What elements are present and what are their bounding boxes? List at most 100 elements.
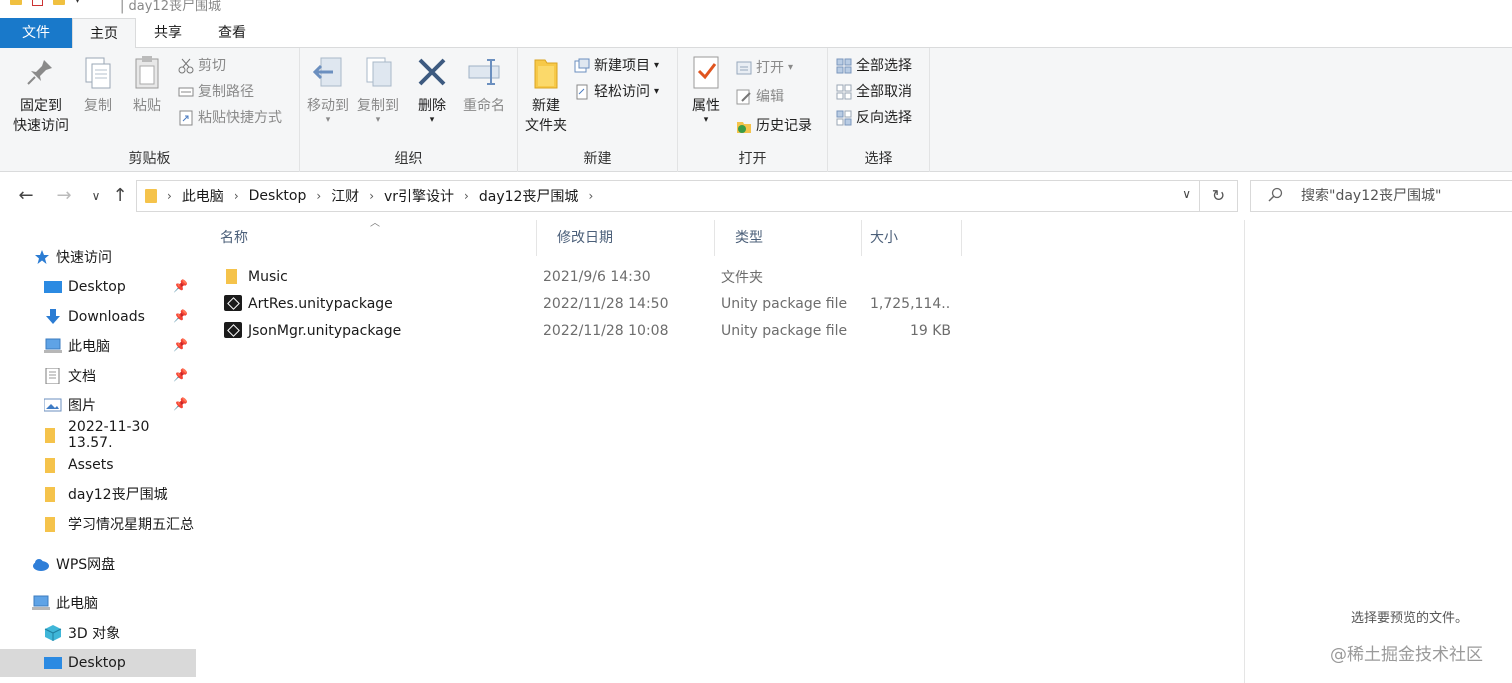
chevron-right-icon[interactable]: › xyxy=(460,189,473,203)
nav-item-folder-2022-11-30[interactable]: 2022-11-30 13.57. xyxy=(0,419,196,451)
scissors-icon xyxy=(178,58,194,74)
address-bar-row: ← → ∨ ↑ › 此电脑 › Desktop › 江财 › vr引擎设计 › … xyxy=(0,172,1512,220)
folder-icon xyxy=(44,427,62,443)
new-item-button[interactable]: 新建项目 ▾ xyxy=(574,54,659,78)
nav-item-desktop[interactable]: Desktop 📌 xyxy=(0,273,196,301)
select-all-icon xyxy=(836,58,852,74)
select-none-button[interactable]: 全部取消 xyxy=(836,80,912,104)
star-icon xyxy=(34,249,50,265)
tab-view[interactable]: 查看 xyxy=(200,18,264,48)
chevron-down-icon: ▾ xyxy=(654,86,660,97)
breadcrumb-vr-engine[interactable]: vr引擎设计 xyxy=(378,186,460,206)
chevron-right-icon[interactable]: › xyxy=(312,189,325,203)
breadcrumb-day12[interactable]: day12丧尸围城 xyxy=(473,186,585,206)
column-header-name[interactable]: 名称 ︿ xyxy=(200,218,537,256)
tab-file[interactable]: 文件 xyxy=(0,18,72,48)
select-all-button[interactable]: 全部选择 xyxy=(836,54,912,78)
move-to-button[interactable]: 移动到 ▾ xyxy=(304,54,352,125)
quick-access-toolbar: ▾ xyxy=(10,0,80,6)
pin-icon: 📌 xyxy=(173,397,188,411)
select-none-icon xyxy=(836,84,852,100)
delete-x-icon xyxy=(415,54,449,92)
nav-item-pictures[interactable]: 图片 📌 xyxy=(0,391,196,419)
navigation-pane: 快速访问 Desktop 📌 Downloads 📌 此电脑 📌 文档 📌 图片… xyxy=(0,220,200,683)
chevron-right-icon[interactable]: › xyxy=(230,189,243,203)
search-box[interactable]: 搜索"day12丧尸围城" xyxy=(1250,180,1512,212)
copy-path-button[interactable]: 复制路径 xyxy=(178,80,254,104)
watermark: @稀土掘金技术社区 xyxy=(1330,645,1483,665)
column-header-modified[interactable]: 修改日期 xyxy=(537,220,715,256)
chevron-down-icon: ∨ xyxy=(91,189,101,203)
nav-item-3d-objects[interactable]: 3D 对象 xyxy=(0,619,196,647)
desktop-icon xyxy=(44,279,62,295)
table-row[interactable]: Music 2021/9/6 14:30 文件夹 xyxy=(220,263,960,290)
chevron-down-icon: ▾ xyxy=(654,60,660,71)
history-button[interactable]: 历史记录 xyxy=(736,114,812,138)
document-icon xyxy=(44,367,62,385)
refresh-button[interactable]: ↻ xyxy=(1200,180,1238,212)
new-folder-button[interactable]: 新建 文件夹 xyxy=(520,54,572,136)
invert-selection-icon xyxy=(836,110,852,126)
nav-item-desktop-pc[interactable]: Desktop xyxy=(0,649,196,677)
invert-selection-button[interactable]: 反向选择 xyxy=(836,106,912,130)
delete-button[interactable]: 删除 ▾ xyxy=(412,54,452,125)
copy-button[interactable]: 复制 xyxy=(78,54,118,116)
back-button[interactable]: ← xyxy=(14,184,38,208)
nav-item-day12[interactable]: day12丧尸围城 xyxy=(0,480,196,508)
forward-button[interactable]: → xyxy=(52,184,76,208)
preview-pane: 选择要预览的文件。 xyxy=(1244,220,1512,683)
up-arrow-icon: ↑ xyxy=(112,185,128,206)
nav-item-wps-cloud[interactable]: WPS网盘 xyxy=(0,550,196,578)
paste-shortcut-button[interactable]: 粘贴快捷方式 xyxy=(178,106,282,130)
paste-shortcut-icon xyxy=(178,110,194,126)
breadcrumb-desktop[interactable]: Desktop xyxy=(243,188,313,204)
edit-button[interactable]: 编辑 xyxy=(736,85,784,109)
nav-item-documents[interactable]: 文档 📌 xyxy=(0,362,196,390)
ribbon: 固定到 快速访问 复制 粘贴 剪切 复制路径 粘贴快捷方式 剪贴板 移动到 ▾ … xyxy=(0,48,1512,172)
rename-button[interactable]: 重命名 xyxy=(458,54,510,116)
properties-button[interactable]: 属性 ▾ xyxy=(684,54,728,125)
chevron-right-icon[interactable]: › xyxy=(365,189,378,203)
chevron-down-icon: ▾ xyxy=(703,115,709,125)
folder-icon xyxy=(145,189,157,203)
up-button[interactable]: ↑ xyxy=(108,184,132,208)
breadcrumb-this-pc[interactable]: 此电脑 xyxy=(176,186,230,206)
address-history-dropdown[interactable]: ∨ xyxy=(1182,187,1191,201)
nav-item-downloads[interactable]: Downloads 📌 xyxy=(0,303,196,331)
pin-to-quick-access-button[interactable]: 固定到 快速访问 xyxy=(8,54,74,136)
cube-icon xyxy=(44,625,62,641)
tab-home[interactable]: 主页 xyxy=(72,18,136,49)
recent-locations-button[interactable]: ∨ xyxy=(84,184,108,208)
preview-message: 选择要预览的文件。 xyxy=(1351,611,1469,626)
cut-button[interactable]: 剪切 xyxy=(178,54,226,78)
easy-access-button[interactable]: 轻松访问 ▾ xyxy=(574,80,659,104)
select-group: 全部选择 全部取消 反向选择 选择 xyxy=(828,48,930,172)
nav-item-this-pc-quick[interactable]: 此电脑 📌 xyxy=(0,332,196,360)
column-header-type[interactable]: 类型 xyxy=(715,220,862,256)
sort-ascending-icon: ︿ xyxy=(370,218,380,229)
column-header-size[interactable]: 大小 xyxy=(862,220,962,256)
folder-icon xyxy=(44,457,62,473)
table-row[interactable]: JsonMgr.unitypackage 2022/11/28 10:08 Un… xyxy=(220,317,960,344)
refresh-icon: ↻ xyxy=(1211,186,1226,205)
tab-share[interactable]: 共享 xyxy=(136,18,200,48)
chevron-down-icon[interactable]: ▾ xyxy=(75,0,80,6)
nav-item-study-summary[interactable]: 学习情况星期五汇总 xyxy=(0,510,196,538)
copy-to-button[interactable]: 复制到 ▾ xyxy=(354,54,402,125)
nav-item-this-pc[interactable]: 此电脑 xyxy=(0,589,196,617)
chevron-right-icon[interactable]: › xyxy=(163,189,176,203)
file-list: 名称 ︿ 修改日期 类型 大小 Music 2021/9/6 14:30 文件夹… xyxy=(200,218,1244,683)
folder-icon xyxy=(44,486,62,502)
address-bar[interactable]: › 此电脑 › Desktop › 江财 › vr引擎设计 › day12丧尸围… xyxy=(136,180,1200,212)
quick-access-item[interactable]: 快速访问 xyxy=(0,243,196,271)
chevron-right-icon[interactable]: › xyxy=(584,189,597,203)
edit-icon xyxy=(736,89,752,105)
clipboard-icon xyxy=(130,54,164,92)
paste-button[interactable]: 粘贴 xyxy=(126,54,168,116)
breadcrumb-jiangcai[interactable]: 江财 xyxy=(325,186,365,206)
new-folder-quick-icon[interactable] xyxy=(53,0,65,5)
nav-item-assets[interactable]: Assets xyxy=(0,451,196,479)
open-button[interactable]: 打开 ▾ xyxy=(736,56,793,80)
properties-quick-icon[interactable] xyxy=(32,0,43,6)
table-row[interactable]: ArtRes.unitypackage 2022/11/28 14:50 Uni… xyxy=(220,290,960,317)
